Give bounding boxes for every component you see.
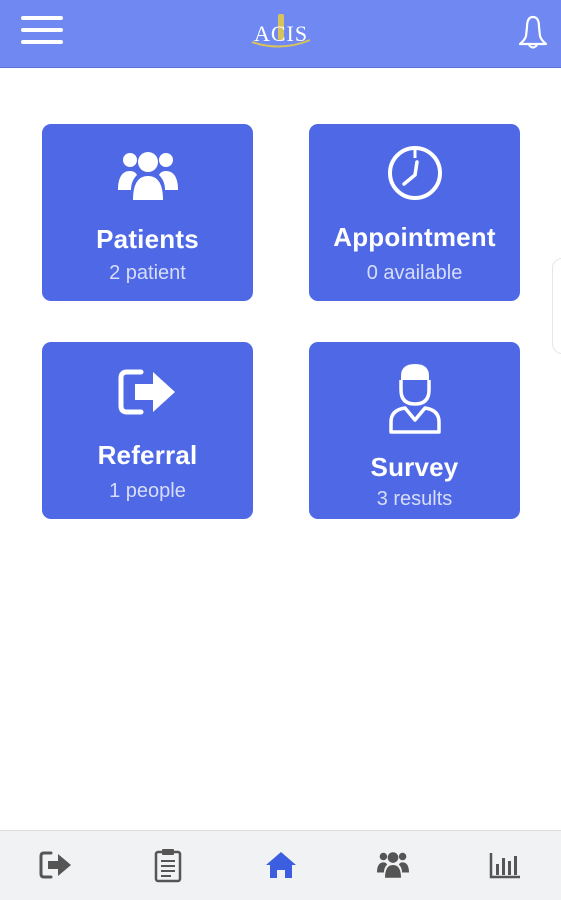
card-subtitle: 1 people [109, 480, 186, 502]
bell-icon [518, 15, 548, 49]
card-subtitle: 3 results [376, 488, 453, 510]
nav-statistics[interactable] [485, 845, 525, 885]
home-icon [266, 852, 296, 878]
card-subtitle: 0 available [366, 262, 463, 284]
app-header: ACIS [0, 0, 561, 68]
nav-logout[interactable] [36, 845, 76, 885]
card-title: Patients [96, 224, 199, 254]
nav-home[interactable] [261, 845, 301, 885]
clipboard-icon [154, 849, 182, 883]
menu-icon-line [21, 40, 63, 44]
logo-text: ACIS [254, 21, 309, 46]
referral-exit-icon [42, 366, 253, 418]
bar-chart-icon [489, 853, 520, 879]
survey-card[interactable]: Survey 3 results [309, 342, 520, 519]
clock-icon [309, 144, 520, 202]
nav-group[interactable] [373, 845, 413, 885]
nav-clipboard[interactable] [148, 845, 188, 885]
referral-card[interactable]: Referral 1 people [42, 342, 253, 519]
group-icon [377, 852, 409, 878]
logout-icon [39, 851, 71, 879]
app-logo: ACIS [250, 12, 312, 52]
card-title: Appointment [333, 222, 496, 252]
notifications-button[interactable] [516, 14, 550, 50]
menu-button[interactable] [21, 14, 65, 48]
patients-group-icon [42, 146, 253, 206]
bottom-navigation [0, 830, 561, 900]
card-title: Survey [370, 452, 459, 482]
menu-icon-line [21, 16, 63, 20]
card-subtitle: 2 patient [109, 262, 186, 284]
patients-card[interactable]: Patients 2 patient [42, 124, 253, 301]
scroll-indicator[interactable] [552, 258, 561, 354]
doctor-icon [309, 360, 520, 434]
appointment-card[interactable]: Appointment 0 available [309, 124, 520, 301]
menu-icon-line [21, 28, 63, 32]
card-title: Referral [97, 440, 198, 470]
